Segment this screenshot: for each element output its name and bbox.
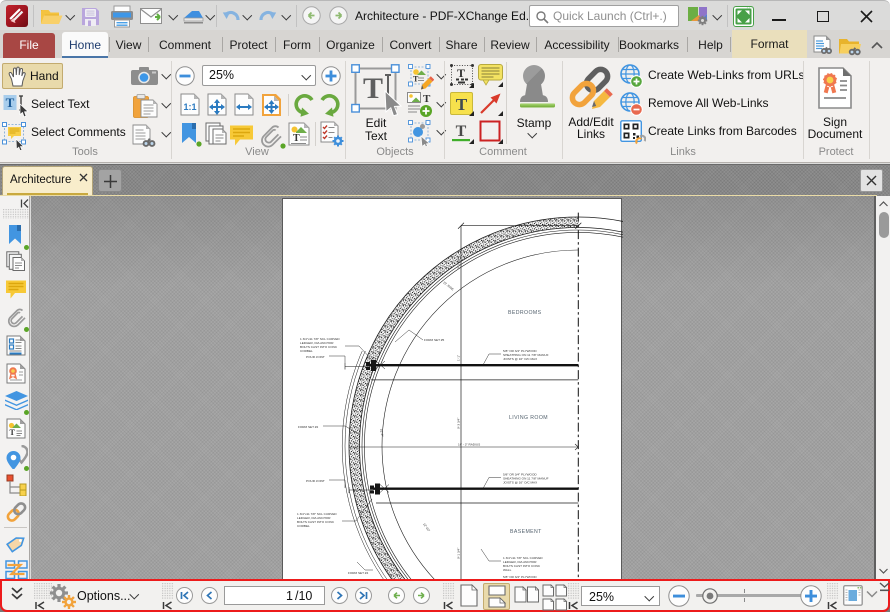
svg-text:12'-10": 12'-10": [422, 522, 431, 532]
svg-text:T: T: [423, 93, 431, 105]
svg-text:T: T: [457, 66, 465, 80]
svg-text:T: T: [10, 428, 16, 437]
svg-text:CORBEL: CORBEL: [297, 524, 310, 528]
svg-text:9'-3 3/4": 9'-3 3/4": [457, 418, 461, 429]
svg-text:LIVING ROOM: LIVING ROOM: [509, 415, 548, 421]
svg-text:22. RISE: 22. RISE: [442, 281, 454, 292]
svg-text:1:1: 1:1: [183, 102, 196, 112]
svg-text:16'-2": 16'-2": [379, 428, 384, 436]
svg-text:T: T: [413, 75, 419, 84]
svg-text:CORBEL: CORBEL: [300, 349, 313, 353]
svg-text:9'-1 7/8": 9'-1 7/8": [457, 258, 461, 269]
svg-text:JOISTS @ 16" O/C MAX: JOISTS @ 16" O/C MAX: [503, 481, 537, 485]
svg-text:T: T: [456, 95, 468, 114]
svg-text:BASEMENT: BASEMENT: [510, 529, 542, 535]
svg-text:FORM SET #4: FORM SET #4: [348, 571, 369, 575]
svg-text:T: T: [6, 95, 15, 110]
svg-text:T: T: [456, 123, 467, 140]
svg-text:POUR JOINT: POUR JOINT: [306, 479, 325, 483]
svg-text:9'-1 3/4": 9'-1 3/4": [457, 548, 461, 559]
svg-text:WALL: WALL: [503, 568, 512, 572]
svg-text:BEDROOMS: BEDROOMS: [508, 310, 542, 316]
svg-text:16' - 3" RADIUS: 16' - 3" RADIUS: [458, 443, 480, 447]
svg-text:T: T: [363, 72, 383, 105]
svg-text:T: T: [293, 133, 300, 144]
svg-text:FORM SET #2: FORM SET #2: [298, 425, 319, 429]
svg-text:JOISTS @ 16" O/C MAX: JOISTS @ 16" O/C MAX: [503, 357, 537, 361]
svg-text:FORM SET #5: FORM SET #5: [424, 338, 445, 342]
svg-text:POUR JOINT: POUR JOINT: [306, 355, 325, 359]
svg-text:1'-1": 1'-1": [457, 355, 461, 361]
